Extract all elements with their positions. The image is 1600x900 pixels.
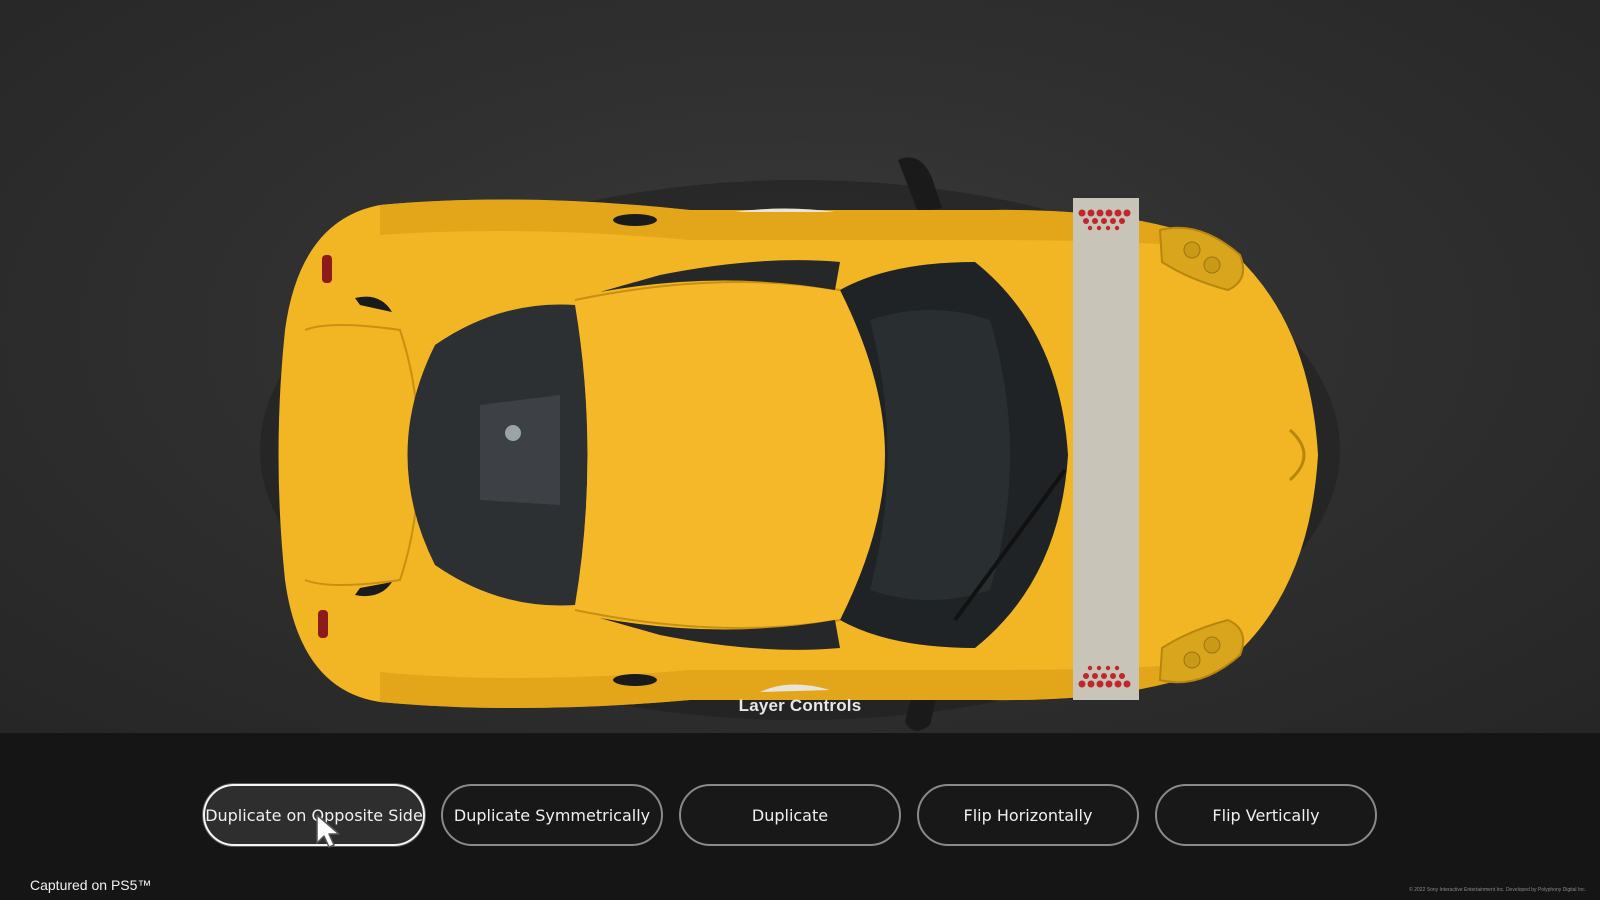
car-preview-viewport: Layer Controls xyxy=(0,0,1600,733)
duplicate-on-opposite-side-button[interactable]: Duplicate on Opposite Side xyxy=(203,784,425,846)
copyright-notice: © 2022 Sony Interactive Entertainment In… xyxy=(1409,887,1586,893)
layer-controls-title: Layer Controls xyxy=(738,696,862,715)
car-top-view xyxy=(260,157,1340,731)
layer-controls-button-row: Duplicate on Opposite Side Duplicate Sym… xyxy=(203,784,1377,846)
captured-on-ps5-label: Captured on PS5™ xyxy=(30,877,152,893)
flip-horizontally-button[interactable]: Flip Horizontally xyxy=(917,784,1139,846)
arrow-pointer-icon xyxy=(316,814,340,848)
flip-vertically-button[interactable]: Flip Vertically xyxy=(1155,784,1377,846)
duplicate-button[interactable]: Duplicate xyxy=(679,784,901,846)
duplicate-symmetrically-button[interactable]: Duplicate Symmetrically xyxy=(441,784,663,846)
